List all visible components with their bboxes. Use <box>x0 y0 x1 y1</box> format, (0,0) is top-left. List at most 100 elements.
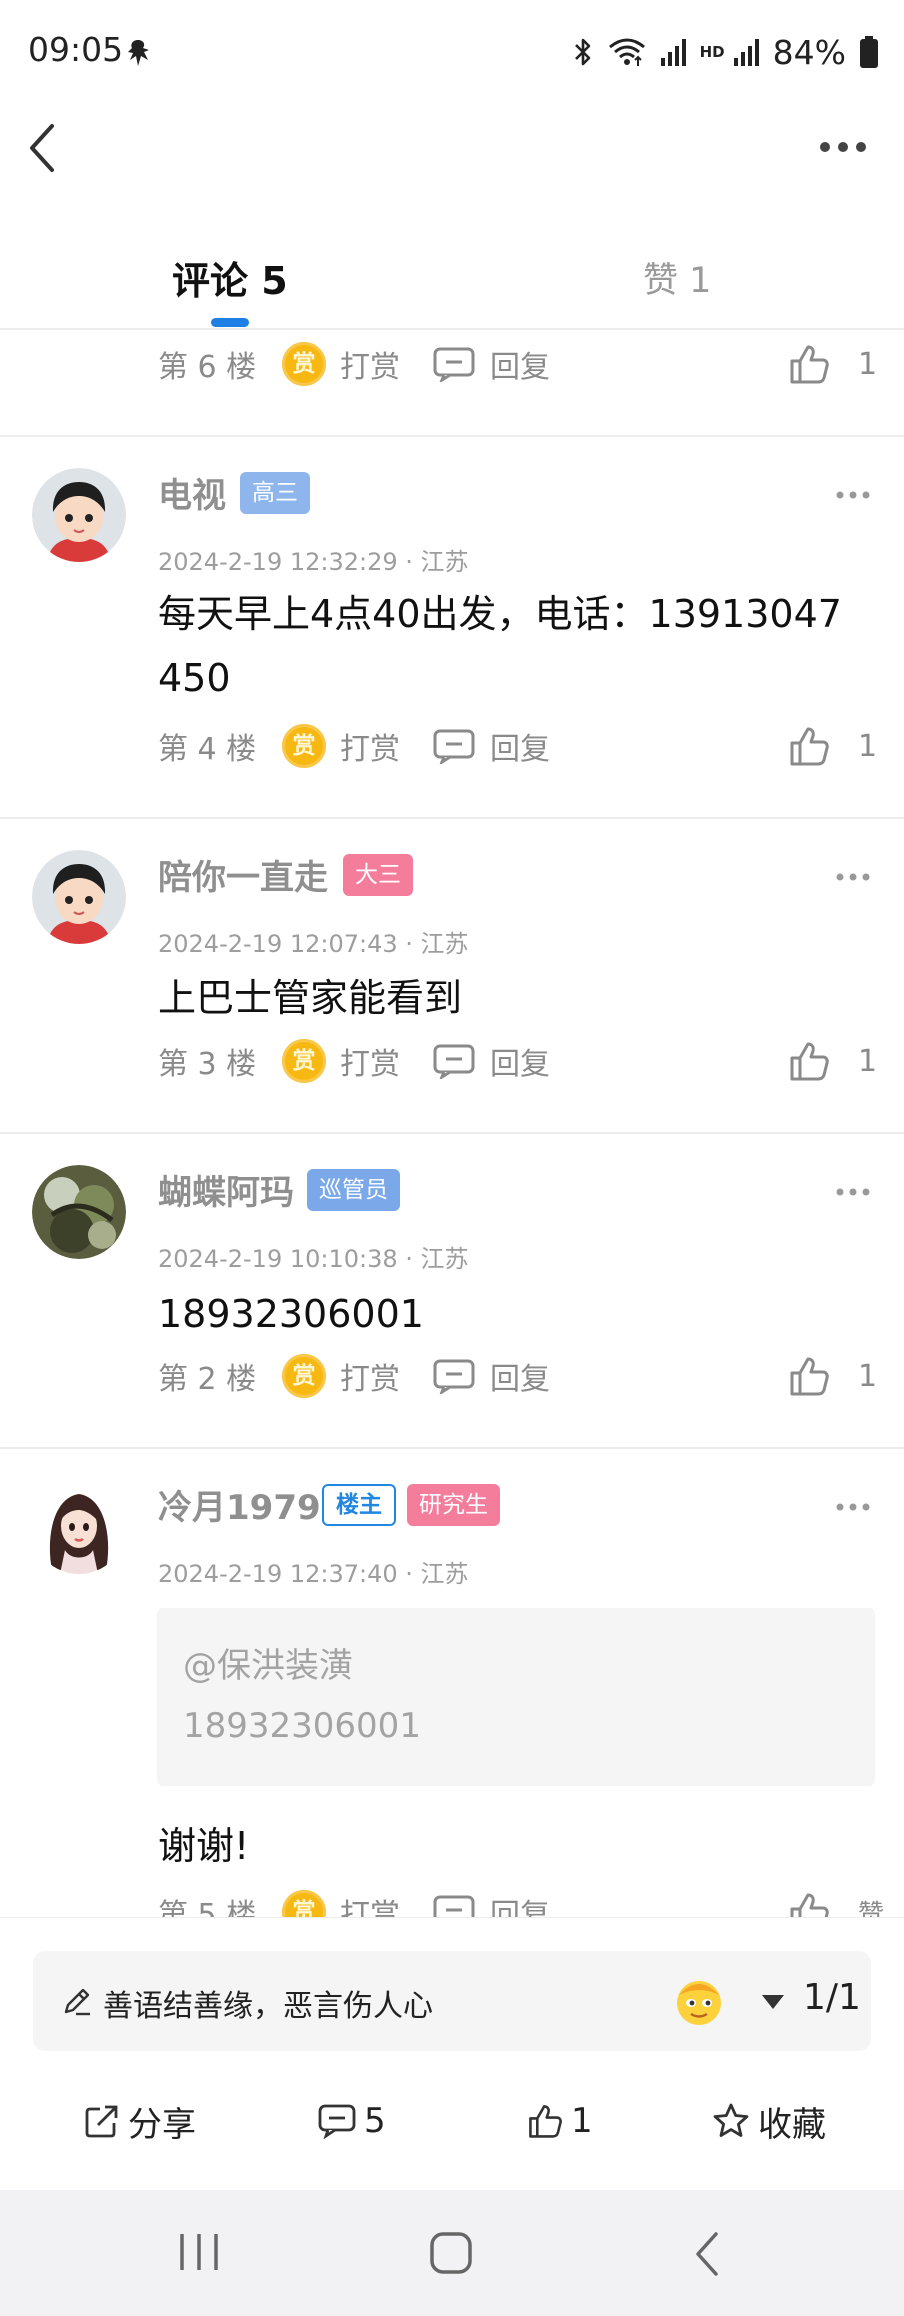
bluetooth-icon <box>574 38 590 66</box>
username[interactable]: 电视 <box>158 468 226 517</box>
star-icon <box>713 2103 749 2137</box>
like-count: 1 <box>858 1358 878 1394</box>
tip-button[interactable]: 打赏 <box>340 1354 400 1398</box>
comment-icon <box>318 2104 356 2139</box>
thumbs-up-icon[interactable] <box>788 1355 830 1397</box>
status-icons: HD 84% <box>572 30 878 74</box>
home-icon[interactable] <box>428 2230 474 2276</box>
reply-icon[interactable] <box>432 346 476 382</box>
comment-actions-row: 第 6 楼 赏 打赏 回复 1 <box>0 336 904 392</box>
tip-coin-icon[interactable]: 赏 <box>282 724 326 768</box>
floor-label: 第 6 楼 <box>158 350 257 385</box>
thumbs-up-icon[interactable] <box>788 725 830 767</box>
avatar[interactable] <box>32 850 126 944</box>
share-button[interactable]: 分享 <box>84 2096 196 2146</box>
reply-button[interactable]: 回复 <box>490 1039 550 1083</box>
floor-label: 第 2 楼 <box>158 1362 257 1397</box>
quote-mention[interactable]: @保洪装潢 <box>183 1638 353 1687</box>
post-owner-badge: 楼主 <box>322 1484 396 1526</box>
avatar[interactable] <box>32 1480 126 1574</box>
tip-button[interactable]: 打赏 <box>340 342 400 386</box>
username[interactable]: 蝴蝶阿玛 <box>158 1165 294 1214</box>
reply-icon[interactable] <box>432 728 476 764</box>
reply-button[interactable]: 回复 <box>490 724 550 768</box>
likes-count: 1 <box>571 2101 593 2141</box>
action-bar: 分享 5 1 收藏 <box>0 2078 904 2168</box>
reply-icon[interactable] <box>432 1894 476 1918</box>
reply-icon[interactable] <box>432 1358 476 1394</box>
comment-meta: 2024-2-19 12:37:40 · 江苏 <box>158 1560 469 1588</box>
comment-text: 谢谢! <box>158 1814 878 1878</box>
back-icon[interactable] <box>690 2230 724 2278</box>
tip-coin-icon[interactable]: 赏 <box>282 1354 326 1398</box>
tip-coin-icon[interactable]: 赏 <box>282 1039 326 1083</box>
divider <box>0 435 904 437</box>
page-indicator[interactable]: 1/1 <box>803 1977 861 2018</box>
reply-button[interactable]: 回复 <box>490 342 550 386</box>
grade-badge: 研究生 <box>407 1484 500 1526</box>
avatar[interactable] <box>32 1165 126 1259</box>
reply-button[interactable]: 回复 <box>490 1890 550 1918</box>
more-icon[interactable] <box>836 1502 870 1512</box>
comment-actions-row: 第 3 楼 赏 打赏 回复 1 <box>0 1033 904 1089</box>
comments-button[interactable]: 5 <box>318 2096 386 2146</box>
tab-comments[interactable]: 评论 5 <box>172 250 288 305</box>
tip-coin-icon[interactable]: 赏 <box>282 1890 326 1918</box>
status-bar: 09:05 HD 84% <box>0 0 904 100</box>
username[interactable]: 冷月1979 <box>158 1480 321 1529</box>
divider <box>0 1447 904 1449</box>
comment-meta: 2024-2-19 12:32:29 · 江苏 <box>158 548 469 576</box>
tip-button[interactable]: 打赏 <box>340 1039 400 1083</box>
comment-line: 18932306001 <box>158 1292 424 1336</box>
thumbs-up-icon[interactable] <box>788 1040 830 1082</box>
divider <box>0 817 904 819</box>
signal-icon <box>660 39 686 66</box>
comment-text: 18932306001 <box>158 1282 878 1346</box>
quoted-comment[interactable]: @保洪装潢 18932306001 <box>157 1608 875 1786</box>
more-icon[interactable] <box>836 490 870 500</box>
caret-down-icon[interactable] <box>761 1993 785 2011</box>
thumbs-up-icon[interactable] <box>788 343 830 385</box>
battery-level: 84% <box>772 32 846 72</box>
emoji-icon[interactable] <box>671 1973 727 2029</box>
comment-input[interactable]: 善语结善缘，恶言伤人心 1/1 <box>33 1951 871 2051</box>
more-options-icon[interactable] <box>818 135 868 159</box>
divider <box>0 1132 904 1134</box>
thumbs-up-icon[interactable] <box>788 1891 830 1918</box>
grade-badge: 大三 <box>343 854 413 896</box>
like-count: 1 <box>858 728 878 764</box>
comment-text: 上巴士管家能看到 <box>158 966 878 1030</box>
comment-line: 谢谢! <box>158 1824 250 1868</box>
comment-line: 每天早上4点40出发，电话：13913047 <box>158 592 842 636</box>
tab-likes[interactable]: 赞 1 <box>643 252 711 303</box>
role-badge: 巡管员 <box>307 1169 400 1211</box>
comment-page: 09:05 HD 84% 评论 5 赞 1 第 6 楼 赏 打赏 回复 1 电视… <box>0 0 904 2316</box>
tip-button[interactable]: 打赏 <box>340 724 400 768</box>
reply-button[interactable]: 回复 <box>490 1354 550 1398</box>
tip-button[interactable]: 打赏 <box>340 1890 400 1918</box>
username[interactable]: 陪你一直走 <box>158 850 328 899</box>
comment-text: 每天早上4点40出发，电话：13913047 450 <box>158 582 878 710</box>
more-icon[interactable] <box>836 872 870 882</box>
grade-badge: 高三 <box>240 472 310 514</box>
recent-apps-icon[interactable] <box>176 2230 222 2274</box>
floor-label: 第 4 楼 <box>158 732 257 767</box>
signal-icon-2 <box>733 39 759 66</box>
thumbs-up-icon <box>529 2105 562 2138</box>
reply-icon[interactable] <box>432 1043 476 1079</box>
like-button[interactable]: 1 <box>527 2096 593 2146</box>
more-icon[interactable] <box>836 1187 870 1197</box>
status-time: 09:05 <box>28 30 124 69</box>
comment-actions-row: 第 5 楼 赏 打赏 回复 赞 <box>0 1884 904 1918</box>
avatar[interactable] <box>32 468 126 562</box>
network-type: HD <box>699 43 725 61</box>
input-placeholder[interactable]: 善语结善缘，恶言伤人心 <box>103 1981 433 2025</box>
back-arrow-icon[interactable] <box>22 118 66 178</box>
share-label: 分享 <box>128 2104 196 2145</box>
comment-meta: 2024-2-19 12:07:43 · 江苏 <box>158 930 469 958</box>
like-count: 1 <box>858 346 878 382</box>
comment-list: 第 6 楼 赏 打赏 回复 1 电视 高三 2024-2-19 12:32:29… <box>0 330 904 1918</box>
bottom-panel: 善语结善缘，恶言伤人心 1/1 分享 5 1 收藏 <box>0 1918 904 2190</box>
favorite-button[interactable]: 收藏 <box>712 2096 826 2146</box>
tip-coin-icon[interactable]: 赏 <box>282 342 326 386</box>
